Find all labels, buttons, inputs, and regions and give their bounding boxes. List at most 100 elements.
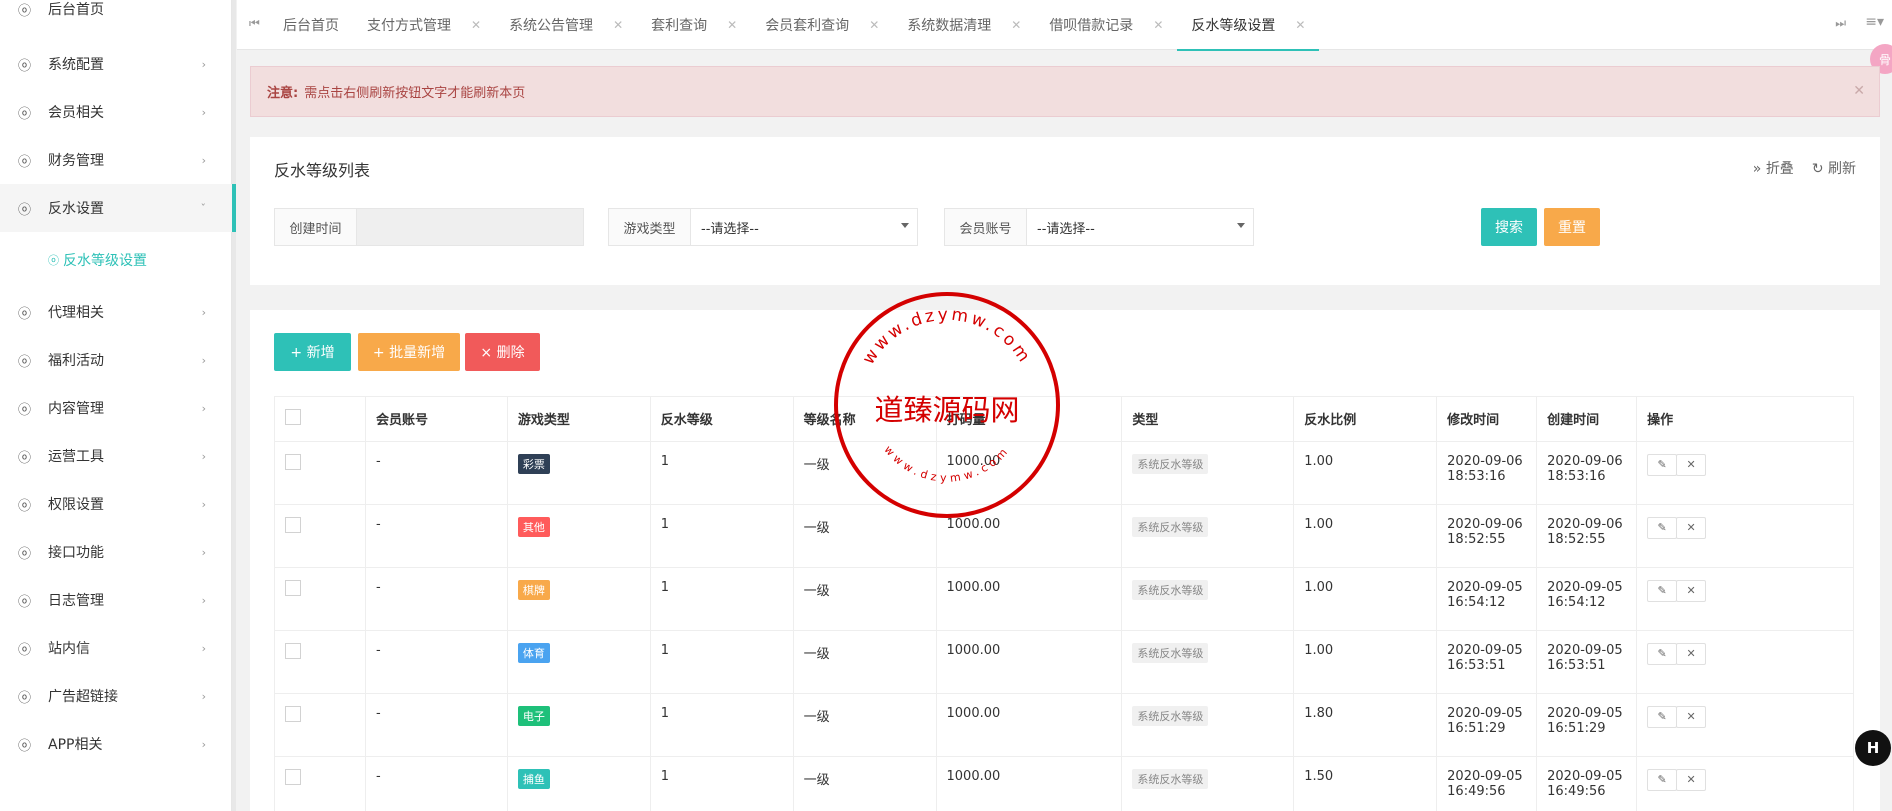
chevron-icon: ›	[201, 545, 206, 559]
tab-bar: ⏮ 后台首页 支付方式管理 ✕ 系统公告管理 ✕ 套利查询 ✕ 会员套利查询 ✕ 系统数据清理 ✕ 借…	[237, 0, 1892, 51]
close-icon[interactable]: ✕	[727, 18, 737, 32]
type-tag: 系统反水等级	[1132, 706, 1209, 726]
refresh-label: 刷新	[1828, 161, 1856, 177]
sidebar-item[interactable]: ⓞ 站内信 ›	[0, 624, 232, 672]
select-all-checkbox[interactable]	[285, 409, 301, 425]
sidebar-item[interactable]: ⓞ 日志管理 ›	[0, 576, 232, 624]
delete-row-icon[interactable]: ✕	[1676, 580, 1707, 602]
tab[interactable]: 套利查询 ✕	[637, 0, 751, 50]
delete-row-icon[interactable]: ✕	[1676, 706, 1707, 728]
tab[interactable]: 会员套利查询 ✕	[751, 0, 893, 50]
sidebar-scrollbar[interactable]	[232, 0, 236, 811]
sidebar-item[interactable]: ⓞ 运营工具 ›	[0, 432, 232, 480]
close-icon[interactable]: ✕	[471, 18, 481, 32]
member-value: --请选择--	[1037, 221, 1095, 237]
sidebar-item[interactable]: ⓞ 接口功能 ›	[0, 528, 232, 576]
sidebar-item[interactable]: ⓞ 福利活动 ›	[0, 336, 232, 384]
delete-button[interactable]: × 删除	[465, 333, 540, 371]
close-icon[interactable]: ✕	[1295, 18, 1305, 32]
column-header: 游戏类型	[506, 396, 651, 442]
modified-time-cell: 2020-09-06 18:53:16	[1436, 441, 1538, 505]
chevron-icon: ›	[201, 401, 206, 415]
sidebar-subitem-rebate-level[interactable]: ⓞ 反水等级设置	[0, 238, 232, 282]
select-cell	[274, 756, 366, 811]
chevron-icon: ›	[201, 353, 206, 367]
tab[interactable]: 后台首页	[269, 0, 353, 50]
delete-row-icon[interactable]: ✕	[1676, 643, 1707, 665]
actions-cell: ✎ ✕	[1636, 504, 1854, 568]
sidebar-item[interactable]: ⓞ 内容管理 ›	[0, 384, 232, 432]
batch-add-button[interactable]: + 批量新增	[358, 333, 460, 371]
edit-icon[interactable]: ✎	[1647, 454, 1678, 476]
member-select[interactable]: --请选择--	[1027, 209, 1253, 245]
row-checkbox[interactable]	[285, 643, 301, 659]
game-cell: 棋牌	[506, 567, 651, 631]
row-checkbox[interactable]	[285, 517, 301, 533]
sidebar-item[interactable]: ⓞ 财务管理 ›	[0, 136, 232, 184]
type-cell: 系统反水等级	[1121, 693, 1295, 757]
sidebar-item[interactable]: ⓞ 会员相关 ›	[0, 88, 232, 136]
table-panel: + 新增 + 批量新增 × 删除 会员账号 游戏类型 反水等级 等级名称 打码量 类型 反水…	[250, 310, 1880, 811]
close-icon[interactable]: ✕	[869, 18, 879, 32]
sidebar-item[interactable]: ⓞ 权限设置 ›	[0, 480, 232, 528]
delete-row-icon[interactable]: ✕	[1676, 454, 1707, 476]
table-row: - 电子 1 一级 1000.00 系统反水等级 1.80 2020-09-05 16:51:…	[274, 693, 1854, 757]
tab-scroll-left-icon[interactable]: ⏮	[249, 16, 260, 31]
row-checkbox[interactable]	[285, 454, 301, 470]
fold-label: 折叠	[1765, 161, 1794, 177]
fold-button[interactable]: » 折叠	[1753, 158, 1794, 178]
created-time-input[interactable]	[357, 209, 583, 245]
close-icon[interactable]: ✕	[1011, 18, 1021, 32]
type-tag: 系统反水等级	[1132, 769, 1209, 789]
sidebar-item[interactable]: ⓞ 后台首页	[0, 0, 232, 26]
edit-icon[interactable]: ✎	[1647, 517, 1678, 539]
menu-item-icon: ⓞ	[18, 402, 32, 418]
delete-row-icon[interactable]: ✕	[1676, 517, 1707, 539]
ratio-cell: 1.80	[1293, 693, 1438, 757]
close-icon[interactable]: ✕	[1853, 83, 1865, 99]
amount-cell: 1000.00	[935, 441, 1123, 505]
member-cell: -	[364, 630, 508, 694]
delete-row-icon[interactable]: ✕	[1676, 769, 1707, 791]
search-button[interactable]: 搜索	[1481, 208, 1537, 246]
game-type-label: 游戏类型	[609, 209, 691, 245]
tab[interactable]: 借呗借款记录 ✕	[1035, 0, 1177, 50]
sidebar-item[interactable]: ⓞ APP相关 ›	[0, 720, 232, 768]
tab-label: 会员套利查询	[765, 18, 850, 34]
edit-icon[interactable]: ✎	[1647, 580, 1678, 602]
tab-menu-icon[interactable]: ≡▾	[1865, 14, 1884, 30]
sidebar-item[interactable]: ⓞ 系统配置 ›	[0, 40, 232, 88]
tab-scroll-right-icon[interactable]: ⏭	[1835, 16, 1846, 31]
row-checkbox[interactable]	[285, 580, 301, 596]
tab[interactable]: 系统公告管理 ✕	[495, 0, 637, 50]
sidebar-item[interactable]: ⓞ 反水设置 ˇ	[0, 184, 232, 232]
tab[interactable]: 反水等级设置 ✕	[1177, 0, 1320, 51]
tab[interactable]: 系统数据清理 ✕	[893, 0, 1035, 50]
sidebar-item-label: 代理相关	[48, 305, 104, 321]
sidebar-item[interactable]: ⓞ 代理相关 ›	[0, 288, 232, 336]
close-icon[interactable]: ✕	[1153, 18, 1163, 32]
table-row: - 棋牌 1 一级 1000.00 系统反水等级 1.00 2020-09-05 16:54:…	[274, 567, 1854, 631]
sidebar-item[interactable]: ⓞ 广告超链接 ›	[0, 672, 232, 720]
edit-icon[interactable]: ✎	[1647, 706, 1678, 728]
notice-prefix: 注意:	[267, 86, 299, 101]
refresh-button[interactable]: ↻ 刷新	[1812, 158, 1856, 178]
help-badge-icon[interactable]: H	[1855, 730, 1891, 766]
reset-button[interactable]: 重置	[1544, 208, 1600, 246]
chevron-icon: ›	[201, 737, 206, 751]
add-button[interactable]: + 新增	[274, 333, 351, 371]
tab[interactable]: 支付方式管理 ✕	[353, 0, 495, 50]
menu-item-icon: ⓞ	[18, 202, 32, 218]
member-cell: -	[364, 693, 508, 757]
game-type-tag: 其他	[517, 517, 550, 537]
created-time-cell: 2020-09-05 16:54:12	[1536, 567, 1638, 631]
close-icon[interactable]: ✕	[613, 18, 623, 32]
level-name-cell: 一级	[792, 567, 937, 631]
edit-icon[interactable]: ✎	[1647, 643, 1678, 665]
game-type-tag: 体育	[517, 643, 550, 663]
select-cell	[274, 504, 366, 568]
game-type-select[interactable]: --请选择--	[691, 209, 917, 245]
row-checkbox[interactable]	[285, 706, 301, 722]
edit-icon[interactable]: ✎	[1647, 769, 1678, 791]
row-checkbox[interactable]	[285, 769, 301, 785]
